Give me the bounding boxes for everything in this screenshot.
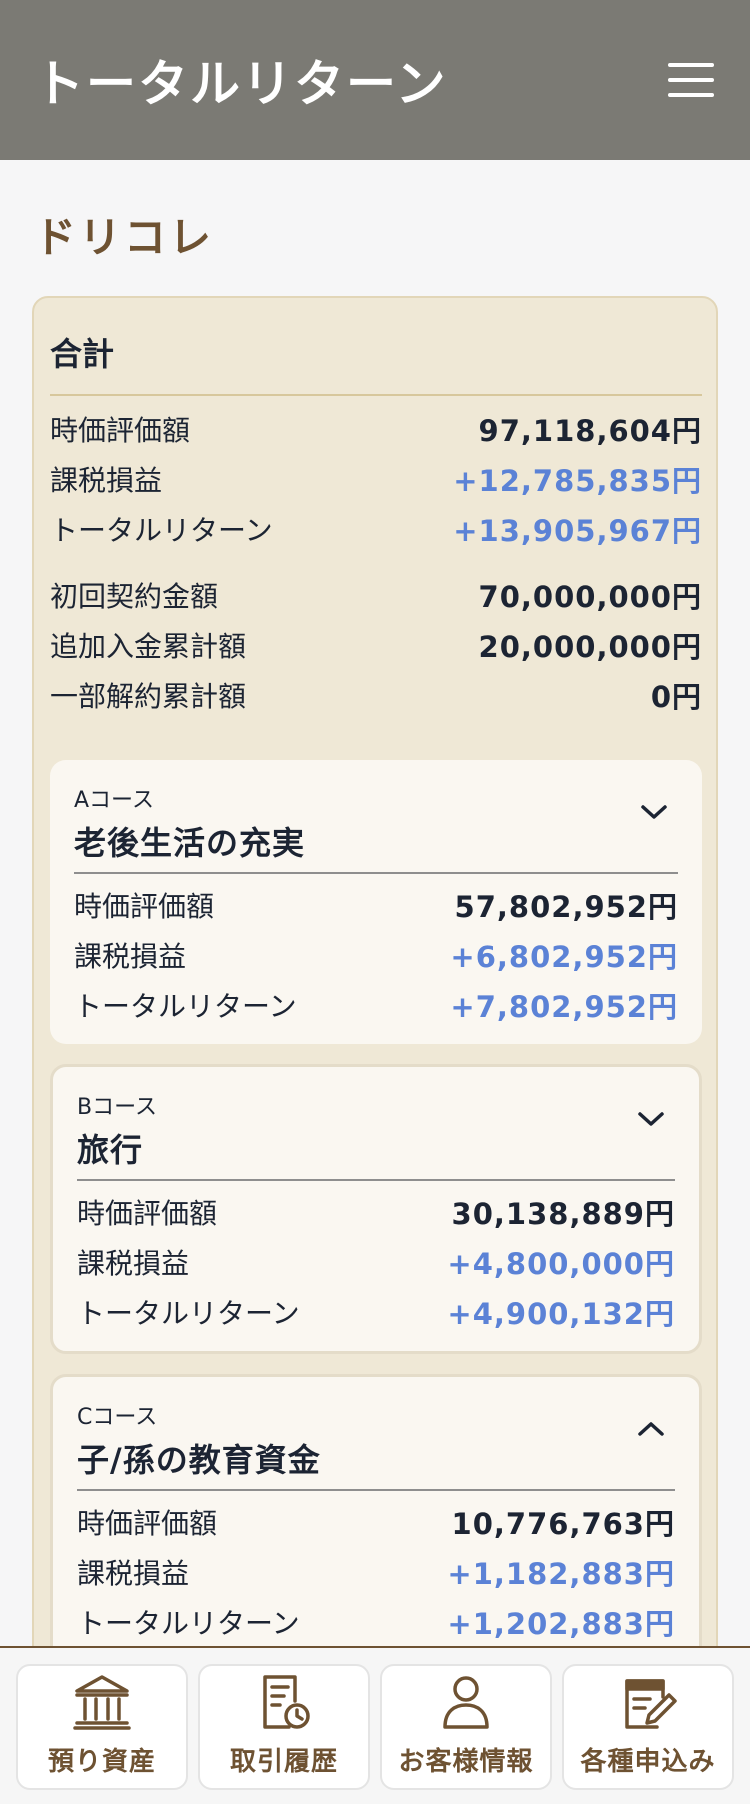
nav-label: 各種申込み [580, 1747, 716, 1777]
course-label: Aコース [74, 788, 154, 813]
row-value: 10,776,763円 [451, 1507, 675, 1541]
row-value: +4,800,000円 [447, 1247, 675, 1281]
total-row-additional-deposit: 追加入金累計額 20,000,000円 [50, 620, 702, 670]
hamburger-menu-icon[interactable] [668, 63, 714, 97]
chevron-down-icon[interactable] [633, 1101, 669, 1137]
course-row-market-value: 時価評価額 57,802,952円 [74, 880, 678, 930]
total-heading: 合計 [50, 322, 702, 396]
course-name: 老後生活の充実 [74, 824, 306, 862]
nav-item-customer-info[interactable]: お客様情報 [380, 1664, 552, 1790]
course-header[interactable]: Bコース 旅行 [77, 1089, 675, 1181]
course-label: Bコース [77, 1095, 157, 1120]
row-value: 70,000,000円 [478, 580, 702, 614]
document-clock-icon [263, 1675, 310, 1729]
user-icon [443, 1676, 489, 1729]
row-label: 時価評価額 [50, 414, 191, 447]
row-label: 課税損益 [77, 1557, 190, 1590]
row-label: 課税損益 [50, 464, 163, 497]
chevron-up-icon[interactable] [633, 1411, 669, 1447]
section-title: ドリコレ [34, 213, 215, 262]
row-value: +12,785,835円 [453, 464, 702, 498]
form-pen-icon [625, 1679, 677, 1729]
nav-item-history[interactable]: 取引履歴 [198, 1664, 370, 1790]
row-label: 課税損益 [77, 1247, 190, 1280]
menu-line [668, 63, 714, 67]
app-header: トータルリターン [0, 0, 750, 160]
row-value: 30,138,889円 [451, 1197, 675, 1231]
row-label: 課税損益 [74, 940, 187, 973]
total-row-partial-cancel: 一部解約累計額 0円 [50, 670, 702, 720]
row-label: トータルリターン [50, 514, 273, 547]
course-row-taxable-pl: 課税損益 +6,802,952円 [74, 930, 678, 980]
course-card-b[interactable]: Bコース 旅行 時価評価額 30,138,889円 課税損益 +4,800,00… [50, 1064, 702, 1354]
bank-icon [73, 1675, 131, 1730]
bottom-nav: 預り資産 取引履歴 お客様情報 各種申込み [0, 1646, 750, 1804]
course-row-total-return: トータルリターン +4,900,132円 [77, 1287, 675, 1337]
nav-label: 預り資産 [47, 1747, 156, 1777]
row-value: 20,000,000円 [478, 630, 702, 664]
row-value: +13,905,967円 [453, 514, 702, 548]
course-header[interactable]: Aコース 老後生活の充実 [74, 782, 678, 874]
row-label: 時価評価額 [74, 890, 215, 923]
course-header[interactable]: Cコース 子/孫の教育資金 [77, 1399, 675, 1491]
row-value: 57,802,952円 [454, 890, 678, 924]
course-row-market-value: 時価評価額 30,138,889円 [77, 1187, 675, 1237]
nav-item-applications[interactable]: 各種申込み [562, 1664, 734, 1790]
course-name: 旅行 [77, 1131, 144, 1169]
course-card-a[interactable]: Aコース 老後生活の充実 時価評価額 57,802,952円 課税損益 +6,8… [50, 760, 702, 1044]
total-row-market-value: 時価評価額 97,118,604円 [50, 404, 702, 454]
page-title: トータルリターン [34, 55, 448, 113]
course-row-taxable-pl: 課税損益 +1,182,883円 [77, 1547, 675, 1597]
row-value: +4,900,132円 [447, 1297, 675, 1331]
nav-item-assets[interactable]: 預り資産 [16, 1664, 188, 1790]
row-label: 一部解約累計額 [50, 680, 247, 713]
course-row-market-value: 時価評価額 10,776,763円 [77, 1497, 675, 1547]
row-label: 時価評価額 [77, 1197, 218, 1230]
row-value: 0円 [650, 680, 702, 714]
row-label: 初回契約金額 [50, 580, 219, 613]
row-label: トータルリターン [77, 1297, 300, 1330]
course-row-taxable-pl: 課税損益 +4,800,000円 [77, 1237, 675, 1287]
total-row-taxable-pl: 課税損益 +12,785,835円 [50, 454, 702, 504]
total-row-initial-contract: 初回契約金額 70,000,000円 [50, 570, 702, 620]
menu-line [668, 93, 714, 97]
course-label: Cコース [77, 1405, 158, 1430]
nav-label: 取引履歴 [229, 1747, 338, 1777]
row-label: トータルリターン [77, 1607, 300, 1640]
menu-line [668, 78, 714, 82]
chevron-down-icon[interactable] [636, 794, 672, 830]
row-value: +1,202,883円 [447, 1607, 675, 1641]
course-row-total-return: トータルリターン +7,802,952円 [74, 980, 678, 1030]
course-card-c[interactable]: Cコース 子/孫の教育資金 時価評価額 10,776,763円 課税損益 +1,… [50, 1374, 702, 1664]
course-row-total-return: トータルリターン +1,202,883円 [77, 1597, 675, 1647]
total-row-total-return: トータルリターン +13,905,967円 [50, 504, 702, 554]
row-label: 時価評価額 [77, 1507, 218, 1540]
row-label: トータルリターン [74, 990, 297, 1023]
row-label: 追加入金累計額 [50, 630, 247, 663]
row-value: +6,802,952円 [450, 940, 678, 974]
row-value: 97,118,604円 [478, 414, 702, 448]
total-card: 合計 時価評価額 97,118,604円 課税損益 +12,785,835円 ト… [32, 296, 718, 1696]
course-name: 子/孫の教育資金 [77, 1441, 321, 1479]
row-value: +7,802,952円 [450, 990, 678, 1024]
nav-label: お客様情報 [398, 1747, 534, 1777]
row-value: +1,182,883円 [447, 1557, 675, 1591]
